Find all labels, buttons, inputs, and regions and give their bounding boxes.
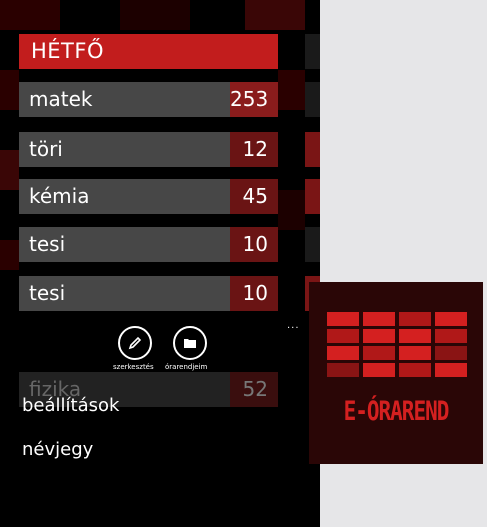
timetables-label: órarendjeim <box>165 363 208 371</box>
logo-cell <box>363 329 395 343</box>
logo-cell <box>399 346 431 360</box>
background-tile <box>278 190 305 230</box>
edit-label: szerkesztés <box>113 363 154 371</box>
logo-cell <box>399 363 431 377</box>
logo-cell <box>327 312 359 326</box>
background-tile <box>0 70 19 110</box>
next-page-peek <box>305 179 320 214</box>
logo-cell <box>363 363 395 377</box>
logo-cell <box>399 312 431 326</box>
background-tile <box>0 240 19 270</box>
logo-cell <box>435 329 467 343</box>
lesson-name: töri <box>29 137 63 161</box>
lesson-row[interactable]: tesi 10 <box>19 276 278 311</box>
lesson-row[interactable]: matek 253 <box>19 82 278 117</box>
logo-text: E-ÓRAREND <box>343 396 450 426</box>
menu-item-about[interactable]: névjegy <box>22 439 93 460</box>
next-page-peek <box>305 132 320 167</box>
day-header: HÉTFŐ <box>19 34 278 69</box>
lesson-count: 12 <box>230 132 278 167</box>
logo-cell <box>363 346 395 360</box>
next-page-peek <box>305 82 320 117</box>
app-bar <box>0 314 320 527</box>
lesson-count: 45 <box>230 179 278 214</box>
background-tile <box>0 150 19 190</box>
next-page-peek <box>305 34 320 69</box>
background-tile <box>278 70 305 110</box>
lesson-name: tesi <box>29 281 66 305</box>
lesson-count: 253 <box>230 82 278 117</box>
lesson-name: tesi <box>29 232 66 256</box>
next-page-peek <box>305 227 320 262</box>
background-tile <box>0 0 60 30</box>
folder-icon <box>184 339 196 348</box>
pencil-icon <box>128 336 142 350</box>
phone-screen: HÉTFŐ matek 253 töri 12 kémia 45 tesi 10… <box>0 0 320 527</box>
background-tile <box>245 0 305 30</box>
lesson-row[interactable]: töri 12 <box>19 132 278 167</box>
more-button[interactable]: ... <box>287 320 300 331</box>
logo-cell <box>435 312 467 326</box>
app-logo: E-ÓRAREND <box>309 282 483 464</box>
logo-cell <box>327 346 359 360</box>
lesson-count: 10 <box>230 276 278 311</box>
background-tile <box>120 0 190 30</box>
menu-item-settings[interactable]: beállítások <box>22 395 119 416</box>
lesson-name: matek <box>29 87 93 111</box>
logo-cell <box>327 329 359 343</box>
logo-cell <box>435 363 467 377</box>
logo-cell <box>399 329 431 343</box>
lesson-count: 10 <box>230 227 278 262</box>
timetables-button[interactable] <box>173 326 207 360</box>
logo-cell <box>327 363 359 377</box>
edit-button[interactable] <box>118 326 152 360</box>
lesson-row[interactable]: tesi 10 <box>19 227 278 262</box>
logo-cell <box>435 346 467 360</box>
logo-cell <box>363 312 395 326</box>
lesson-name: kémia <box>29 184 90 208</box>
lesson-row[interactable]: kémia 45 <box>19 179 278 214</box>
lesson-count: 52 <box>230 372 278 407</box>
